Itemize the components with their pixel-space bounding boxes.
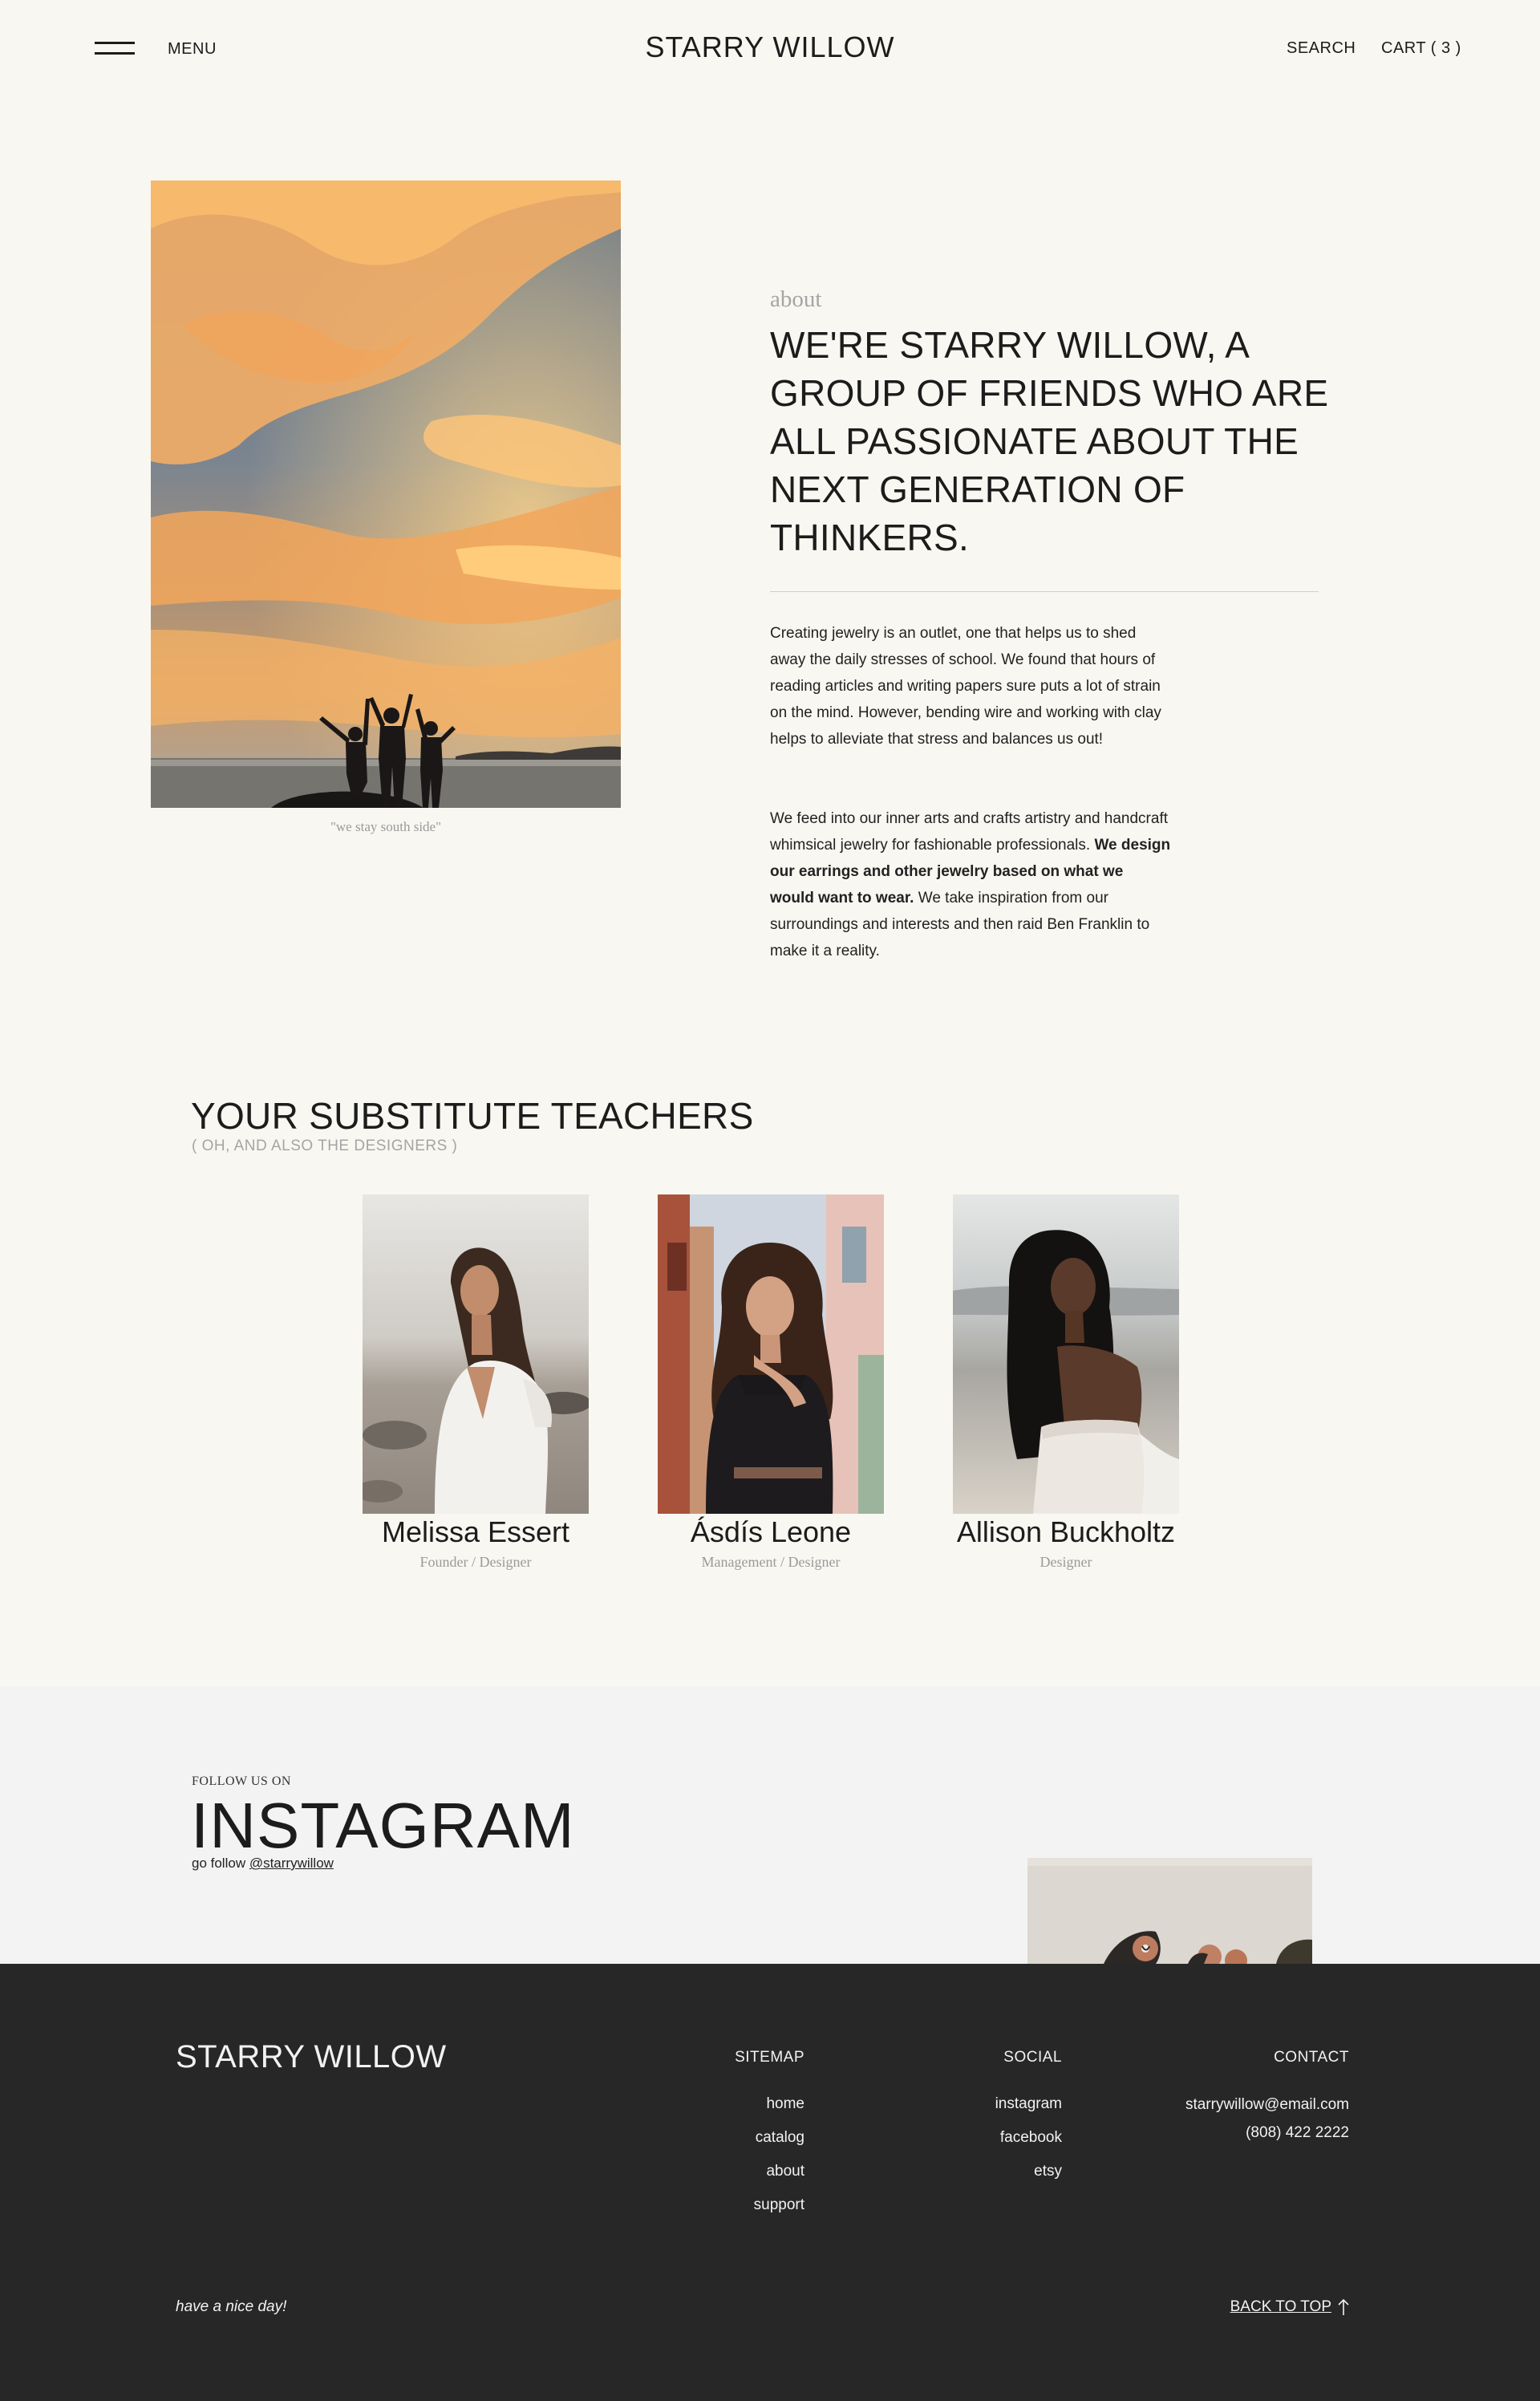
instagram-handle-link[interactable]: @starrywillow <box>249 1856 334 1871</box>
about-heading: WE'RE STARRY WILLOW, A GROUP OF FRIENDS … <box>770 324 1329 558</box>
instagram-follow-text: go follow @starrywillow <box>192 1856 334 1872</box>
footer-link-etsy[interactable]: etsy <box>995 2155 1062 2188</box>
instagram-section: FOLLOW US ON INSTAGRAM go follow @starry… <box>0 1686 1540 1964</box>
member-portrait <box>363 1194 589 1514</box>
instagram-post-image[interactable] <box>1027 1858 1312 1964</box>
footer-contact: CONTACT starrywillow@email.com (808) 422… <box>1185 2049 1349 2147</box>
photo-caption: "we stay south side" <box>330 819 442 834</box>
footer-link-support[interactable]: support <box>735 2188 804 2222</box>
back-to-top-link[interactable]: BACK TO TOP <box>1230 2298 1349 2316</box>
team-member-card: Ásdís Leone Management / Designer <box>658 1194 884 1571</box>
team-subtitle: ( OH, AND ALSO THE DESIGNERS ) <box>192 1138 458 1154</box>
about-kicker: about <box>770 286 822 312</box>
team-member-card: Melissa Essert Founder / Designer <box>363 1194 589 1571</box>
footer-tagline: have a nice day! <box>176 2298 287 2315</box>
footer-link-facebook[interactable]: facebook <box>995 2121 1062 2155</box>
footer-sitemap: SITEMAP home catalog about support <box>735 2049 804 2222</box>
member-name: Allison Buckholtz <box>956 1515 1176 1548</box>
arrow-up-icon <box>1338 2298 1349 2315</box>
footer-link-catalog[interactable]: catalog <box>735 2121 804 2155</box>
about-sunset-photo <box>151 180 621 808</box>
instagram-title: INSTAGRAM <box>191 1790 575 1861</box>
sitemap-heading: SITEMAP <box>735 2049 804 2066</box>
footer-link-about[interactable]: about <box>735 2155 804 2188</box>
contact-phone[interactable]: (808) 422 2222 <box>1185 2119 1349 2147</box>
search-link[interactable]: SEARCH <box>1287 39 1356 58</box>
social-heading: SOCIAL <box>1003 2049 1062 2066</box>
contact-heading: CONTACT <box>1274 2049 1349 2066</box>
cart-link[interactable]: CART ( 3 ) <box>1381 39 1461 58</box>
site-footer: STARRY WILLOW SITEMAP home catalog about… <box>0 1964 1540 2401</box>
member-name: Ásdís Leone <box>690 1515 852 1548</box>
team-member-card: Allison Buckholtz Designer <box>953 1194 1179 1571</box>
about-paragraph-2: We feed into our inner arts and crafts a… <box>770 805 1171 964</box>
footer-link-instagram[interactable]: instagram <box>995 2087 1062 2121</box>
member-role: Founder / Designer <box>419 1554 532 1570</box>
member-role: Designer <box>1040 1554 1092 1570</box>
footer-social: SOCIAL instagram facebook etsy <box>995 2049 1062 2188</box>
about-paragraph-1: Creating jewelry is an outlet, one that … <box>770 625 1161 748</box>
footer-link-home[interactable]: home <box>735 2087 804 2121</box>
follow-label: go follow <box>192 1856 249 1871</box>
divider <box>770 591 1319 592</box>
member-portrait <box>658 1194 884 1514</box>
team-title: YOUR SUBSTITUTE TEACHERS <box>191 1095 754 1137</box>
back-to-top-label: BACK TO TOP <box>1230 2298 1331 2315</box>
member-role: Management / Designer <box>701 1554 841 1570</box>
footer-logo[interactable]: STARRY WILLOW <box>176 2039 447 2075</box>
contact-email[interactable]: starrywillow@email.com <box>1185 2091 1349 2119</box>
member-name: Melissa Essert <box>381 1515 570 1548</box>
member-portrait <box>953 1194 1179 1514</box>
site-header: MENU STARRY WILLOW SEARCH CART ( 3 ) <box>0 0 1540 96</box>
